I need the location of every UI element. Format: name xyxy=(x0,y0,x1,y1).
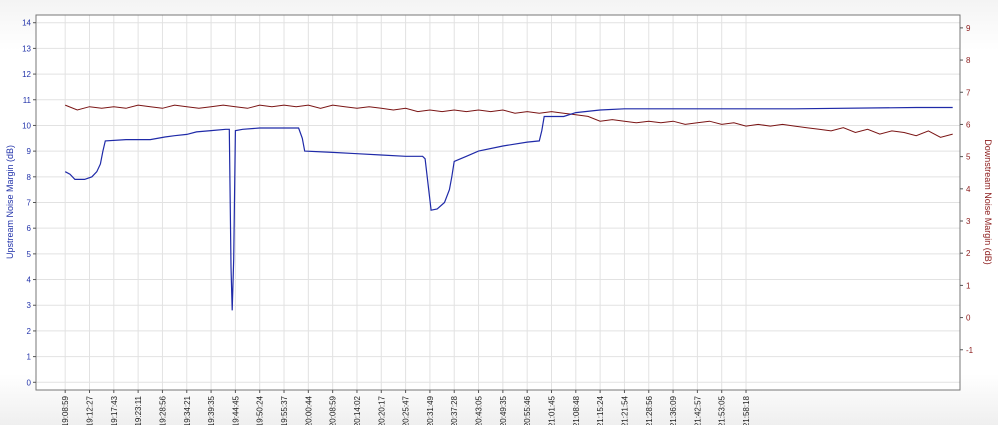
x-tick-label: 20:37:28 xyxy=(450,395,459,425)
x-tick-label: 21:36:09 xyxy=(669,395,678,425)
left-tick-label: 12 xyxy=(22,70,31,79)
x-tick-label: 19:34:21 xyxy=(183,395,192,425)
x-tick-label: 20:49:35 xyxy=(499,395,508,425)
right-tick-label: 6 xyxy=(966,120,971,129)
right-axis-ticks: -1 0 1 2 3 4 5 6 7 8 9 xyxy=(960,24,974,355)
left-tick-label: 13 xyxy=(22,44,31,53)
left-tick-label: 14 xyxy=(22,19,31,28)
x-axis-ticks: 19:08:59 19:12:27 19:17:43 19:23:11 19:28:56… xyxy=(61,390,751,425)
left-tick-label: 10 xyxy=(22,121,31,130)
left-axis-ticks: 01234567891011121314 xyxy=(22,19,36,387)
x-tick-label: 20:14:02 xyxy=(353,395,362,425)
x-tick-label: 21:08:48 xyxy=(572,395,581,425)
x-tick-label: 21:58:18 xyxy=(742,395,751,425)
right-tick-label: 5 xyxy=(966,153,971,162)
x-tick-label: 21:42:57 xyxy=(693,395,702,425)
left-tick-label: 6 xyxy=(27,224,32,233)
x-tick-label: 21:15:24 xyxy=(596,395,605,425)
x-tick-label: 19:23:11 xyxy=(134,395,143,425)
left-tick-label: 5 xyxy=(27,250,32,259)
x-tick-label: 19:55:37 xyxy=(280,395,289,425)
x-tick-label: 21:01:45 xyxy=(547,395,556,425)
right-tick-label: -1 xyxy=(966,346,974,355)
right-tick-label: 8 xyxy=(966,56,971,65)
right-tick-label: 1 xyxy=(966,281,971,290)
x-tick-label: 19:44:45 xyxy=(231,395,240,425)
x-tick-label: 20:31:49 xyxy=(426,395,435,425)
left-tick-label: 9 xyxy=(27,147,32,156)
x-tick-label: 20:25:47 xyxy=(402,395,411,425)
x-tick-label: 20:20:17 xyxy=(377,395,386,425)
right-tick-label: 9 xyxy=(966,24,971,33)
left-tick-label: 11 xyxy=(23,96,32,105)
left-tick-label: 1 xyxy=(27,353,32,362)
x-tick-label: 20:55:46 xyxy=(523,395,532,425)
x-tick-label: 20:08:59 xyxy=(329,395,338,425)
right-tick-label: 7 xyxy=(966,88,971,97)
x-tick-label: 21:53:05 xyxy=(718,395,727,425)
x-tick-label: 20:00:44 xyxy=(304,395,313,425)
x-tick-label: 19:17:43 xyxy=(110,395,119,425)
right-tick-label: 0 xyxy=(966,314,971,323)
x-tick-label: 19:39:35 xyxy=(207,395,216,425)
noise-margin-chart: 01234567891011121314 -10123456789 19:08:… xyxy=(5,14,993,425)
x-tick-label: 21:21:54 xyxy=(620,395,629,425)
left-tick-label: 0 xyxy=(27,378,32,387)
right-tick-label: 4 xyxy=(966,185,971,194)
x-tick-label: 21:28:56 xyxy=(645,395,654,425)
y-axis-right-label: Downstream Noise Margin (dB) xyxy=(983,139,993,265)
x-tick-label: 19:12:27 xyxy=(85,395,94,425)
right-tick-label: 3 xyxy=(966,217,971,226)
left-tick-label: 7 xyxy=(27,199,32,208)
x-tick-label: 20:43:05 xyxy=(475,395,484,425)
left-tick-label: 2 xyxy=(27,327,32,336)
x-tick-label: 19:08:59 xyxy=(61,395,70,425)
left-tick-label: 4 xyxy=(27,276,32,285)
x-tick-label: 19:50:24 xyxy=(256,395,265,425)
x-tick-label: 19:28:56 xyxy=(158,395,167,425)
y-axis-left-label: Upstream Noise Margin (dB) xyxy=(5,145,15,259)
left-tick-label: 8 xyxy=(27,173,32,182)
left-tick-label: 3 xyxy=(27,301,32,310)
right-tick-label: 2 xyxy=(966,249,971,258)
